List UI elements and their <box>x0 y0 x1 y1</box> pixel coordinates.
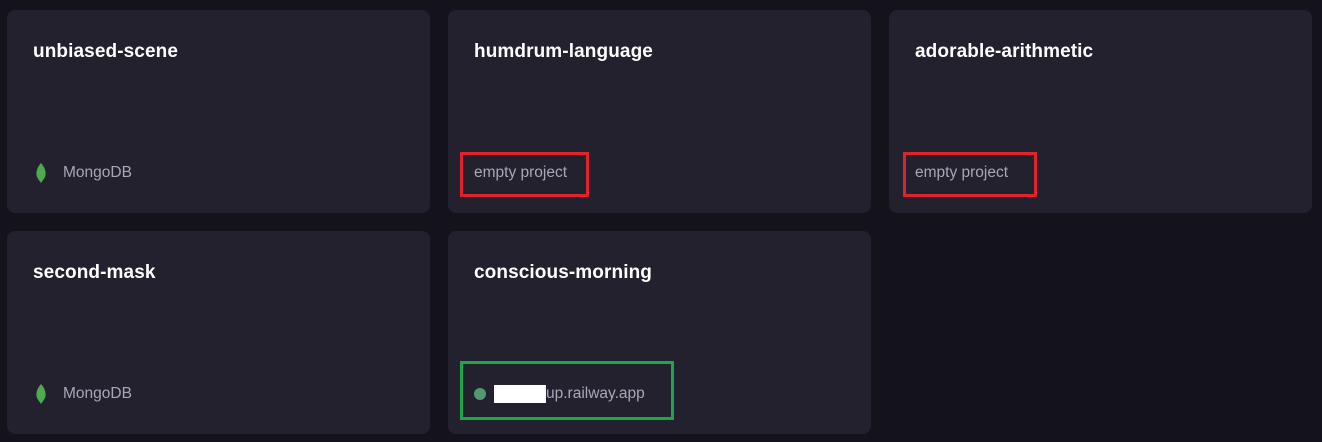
service-label: MongoDB <box>63 385 132 402</box>
project-name: second-mask <box>33 262 156 283</box>
project-card[interactable]: adorable-arithmetic empty project <box>889 10 1312 213</box>
project-name: humdrum-language <box>474 41 653 62</box>
mongodb-leaf-icon <box>35 384 47 404</box>
project-card[interactable]: unbiased-scene MongoDB <box>7 10 430 213</box>
project-name: conscious-morning <box>474 262 652 283</box>
highlight-box-red <box>460 152 589 197</box>
project-name: adorable-arithmetic <box>915 41 1094 62</box>
project-services: MongoDB <box>33 382 132 406</box>
highlight-box-red <box>903 152 1037 197</box>
project-services: MongoDB <box>33 161 132 185</box>
project-name: unbiased-scene <box>33 41 179 62</box>
service-label: MongoDB <box>63 164 132 181</box>
project-card[interactable]: humdrum-language empty project <box>448 10 871 213</box>
mongodb-leaf-icon <box>35 163 47 183</box>
highlight-box-green <box>460 361 674 420</box>
project-card[interactable]: second-mask MongoDB <box>7 231 430 434</box>
project-card[interactable]: conscious-morning up.railway.app <box>448 231 871 434</box>
